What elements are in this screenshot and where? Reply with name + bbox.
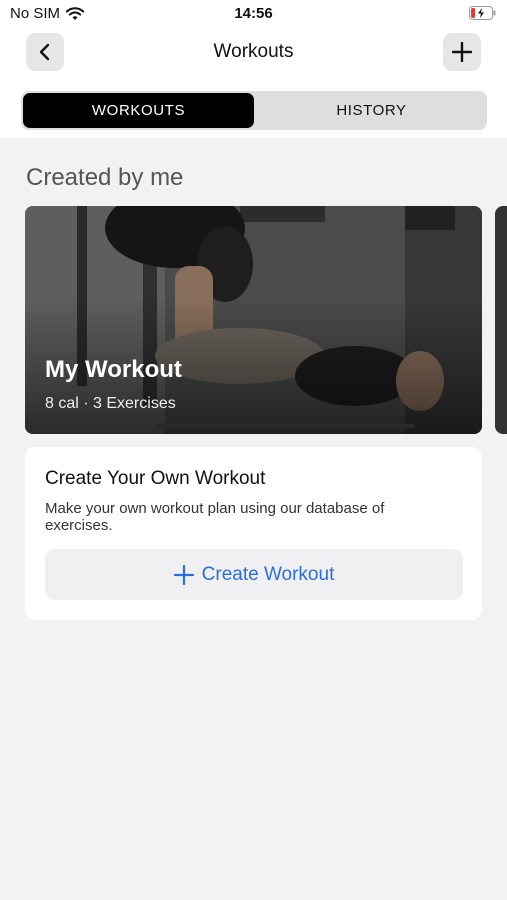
next-workout-card[interactable] (495, 206, 507, 434)
create-card-title: Create Your Own Workout (45, 468, 266, 489)
segmented-control: WORKOUTS HISTORY (21, 91, 487, 130)
plus-icon (173, 564, 194, 585)
create-workout-button[interactable]: Create Workout (45, 549, 463, 600)
clock: 14:56 (234, 5, 273, 22)
status-bar: No SIM 14:56 (0, 0, 507, 28)
workout-subtitle: 8 cal · 3 Exercises (45, 395, 176, 412)
tab-history[interactable]: HISTORY (256, 91, 487, 130)
create-workout-card: Create Your Own Workout Make your own wo… (25, 447, 482, 620)
page-title: Workouts (213, 41, 294, 62)
create-workout-label: Create Workout (201, 563, 335, 585)
add-button[interactable] (443, 33, 481, 71)
workout-title: My Workout (45, 356, 182, 383)
section-title: Created by me (26, 164, 184, 191)
tab-workouts[interactable]: WORKOUTS (23, 93, 254, 128)
plus-icon (452, 42, 472, 62)
battery-icon (469, 6, 496, 20)
create-card-description: Make your own workout plan using our dat… (45, 500, 385, 534)
top-bar: No SIM 14:56 Workouts WORKOUTS HISTORY (0, 0, 507, 138)
